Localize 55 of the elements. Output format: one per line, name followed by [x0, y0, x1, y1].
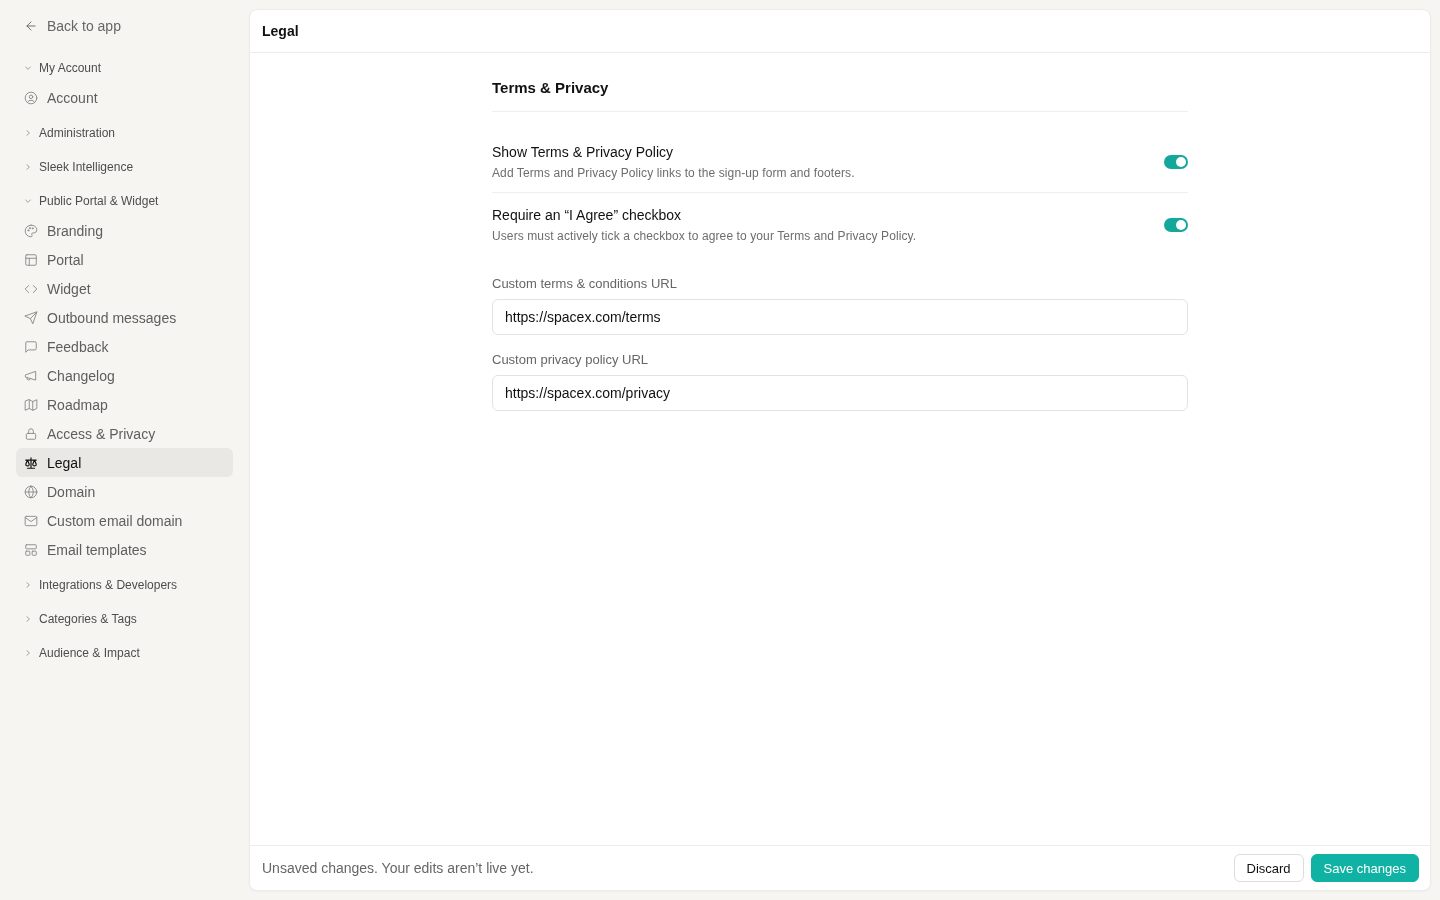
sidebar-group-header[interactable]: Public Portal & Widget: [16, 187, 159, 214]
paper-plane-icon: [24, 310, 38, 325]
unsaved-message: Unsaved changes. Your edits aren’t live yet.: [262, 860, 534, 876]
chevron-right-icon: [24, 648, 32, 657]
chevron-right-icon: [24, 128, 32, 137]
url-input-field[interactable]: https://spacex.com/terms: [492, 299, 1188, 335]
sidebar-item[interactable]: Outbound messages: [16, 303, 233, 332]
chevron-down-icon: [24, 196, 32, 205]
toggle-switch[interactable]: [1164, 155, 1188, 169]
megaphone-icon: [24, 368, 38, 383]
chevron-right-icon: [24, 614, 32, 623]
sidebar-group-header[interactable]: My Account: [16, 54, 102, 81]
setting-label: Show Terms & Privacy Policy: [492, 143, 674, 162]
lock-icon: [24, 426, 38, 441]
sidebar-item[interactable]: Roadmap: [16, 390, 233, 419]
sidebar-item[interactable]: Domain: [16, 477, 233, 506]
panel-title: Legal: [262, 23, 299, 39]
envelope-icon: [24, 513, 38, 528]
sidebar-item[interactable]: Account: [16, 83, 233, 112]
field-label: Custom privacy policy URL: [492, 351, 649, 369]
chevron-down-icon: [24, 63, 32, 72]
sidebar-group-header[interactable]: Integrations & Developers: [16, 571, 178, 598]
secondary-button[interactable]: Discard: [1233, 854, 1304, 882]
user-circle-icon: [24, 90, 38, 105]
field-label: Custom terms & conditions URL: [492, 275, 677, 293]
sidebar-item[interactable]: Email templates: [16, 535, 233, 564]
sidebar-item[interactable]: Branding: [16, 216, 233, 245]
sidebar-item[interactable]: Portal: [16, 245, 233, 274]
layout-grid-icon: [24, 542, 38, 557]
sidebar-group-header[interactable]: Administration: [16, 119, 116, 146]
sidebar-item[interactable]: Widget: [16, 274, 233, 303]
palette-icon: [24, 223, 38, 238]
setting-description: Users must actively tick a checkbox to agree to your Terms and Privacy Policy.: [492, 228, 917, 245]
arrow-left-icon: [24, 19, 38, 33]
url-input-field[interactable]: https://spacex.com/privacy: [492, 375, 1188, 411]
sidebar-item[interactable]: Feedback: [16, 332, 233, 361]
back-link[interactable]: Back to app: [16, 12, 121, 40]
map-icon: [24, 397, 38, 412]
sidebar-group-header[interactable]: Sleek Intelligence: [16, 153, 134, 180]
sidebar-group-header[interactable]: Audience & Impact: [16, 639, 140, 666]
speech-bubble-icon: [24, 339, 38, 354]
layout-icon: [24, 252, 38, 267]
chevron-right-icon: [24, 162, 32, 171]
sidebar-item[interactable]: Custom email domain: [16, 506, 233, 535]
scales-icon: [24, 455, 38, 470]
sidebar-item[interactable]: Changelog: [16, 361, 233, 390]
sidebar-group-header[interactable]: Categories & Tags: [16, 605, 137, 632]
section-title: Terms & Privacy: [492, 79, 609, 96]
sidebar-item[interactable]: Access & Privacy: [16, 419, 233, 448]
chevron-right-icon: [24, 580, 32, 589]
setting-label: Require an “I Agree” checkbox: [492, 206, 683, 225]
globe-icon: [24, 484, 38, 499]
sidebar-item[interactable]: Legal: [16, 448, 233, 477]
toggle-switch[interactable]: [1164, 218, 1188, 232]
setting-description: Add Terms and Privacy Policy links to the sign-up form and footers.: [492, 165, 855, 182]
